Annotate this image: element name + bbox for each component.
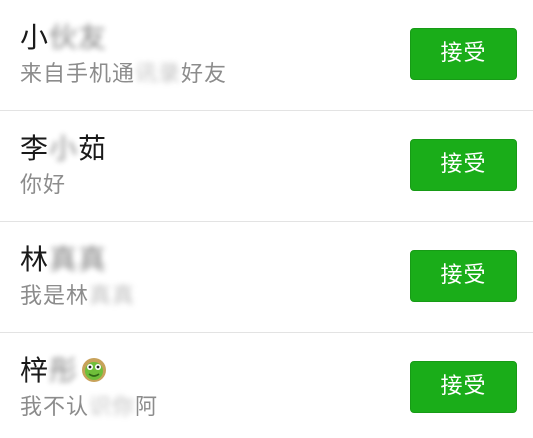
requester-name: 梓彤: [20, 355, 108, 387]
friend-request-row[interactable]: 林真真 我是林真真 接受: [0, 222, 533, 333]
redacted-text: 伙友: [49, 21, 108, 54]
requester-name: 林真真: [20, 243, 108, 276]
requester-name: 小伙友: [20, 21, 108, 54]
request-message: 你好: [20, 173, 67, 198]
redacted-text: 真真: [49, 243, 108, 276]
requester-name: 李小茹: [20, 132, 108, 165]
redacted-text: 识你: [89, 395, 136, 420]
redacted-text: 小: [49, 132, 79, 165]
frog-emoji-icon: [82, 358, 107, 382]
friend-request-row[interactable]: 小伙友 来自手机通讯录好友 接受: [0, 0, 533, 111]
request-message: 我是林真真: [20, 284, 136, 309]
redacted-text: 讯录: [135, 62, 182, 87]
friend-request-list: 小伙友 来自手机通讯录好友 接受 李小茹 你好 接受 林真真 我是林真真 接受 …: [0, 0, 533, 438]
accept-button[interactable]: 接受: [410, 139, 517, 191]
redacted-text: 真真: [89, 284, 136, 309]
friend-request-row[interactable]: 梓彤 我不认识你阿 接受: [0, 333, 533, 438]
redacted-text: 彤: [49, 354, 79, 387]
request-message: 我不认识你阿: [20, 395, 159, 420]
accept-button[interactable]: 接受: [410, 28, 517, 80]
friend-request-row[interactable]: 李小茹 你好 接受: [0, 111, 533, 222]
accept-button[interactable]: 接受: [410, 361, 517, 413]
request-message: 来自手机通讯录好友: [20, 62, 228, 87]
accept-button[interactable]: 接受: [410, 250, 517, 302]
